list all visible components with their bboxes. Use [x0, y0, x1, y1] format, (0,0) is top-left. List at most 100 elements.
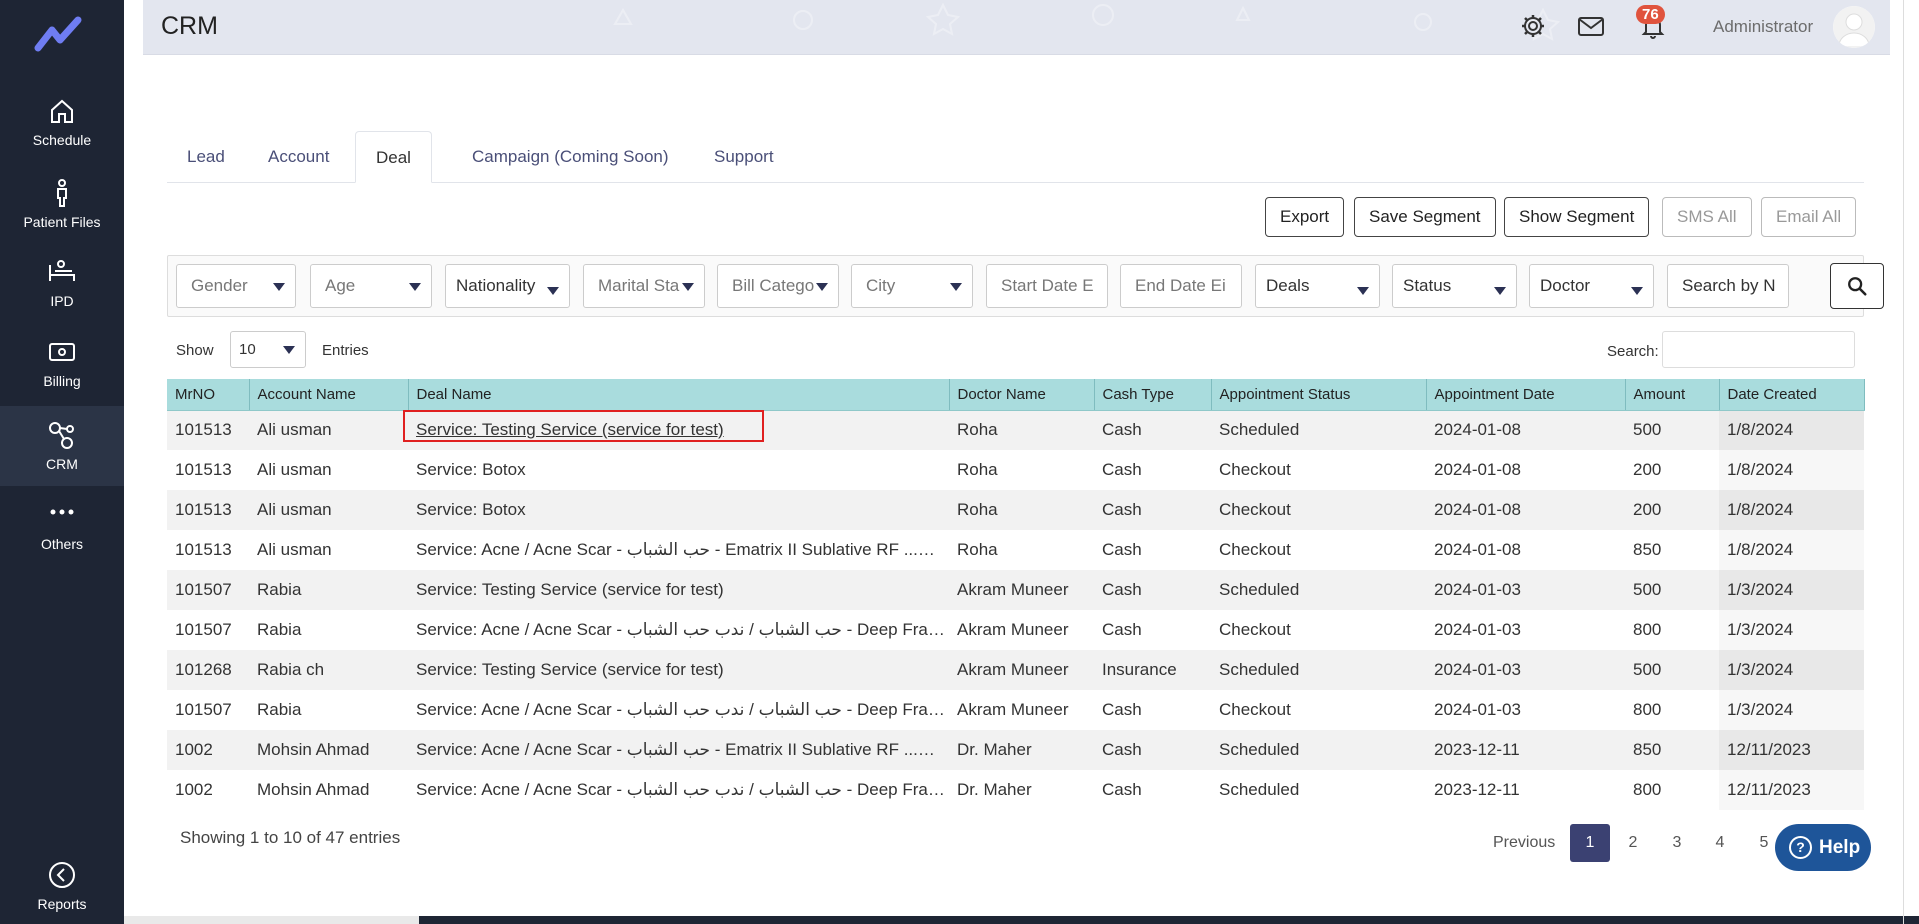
nationality-filter[interactable]: Nationality [445, 264, 570, 308]
table-cell: Scheduled [1219, 780, 1300, 799]
sidebar-item-patient-files[interactable]: Patient Files [0, 178, 124, 240]
user-name[interactable]: Administrator [1713, 17, 1813, 37]
table-cell: 1002 [175, 780, 213, 799]
mail-icon[interactable] [1577, 12, 1605, 40]
table-cell: 500 [1625, 410, 1719, 450]
previous-page-button[interactable]: Previous [1493, 824, 1555, 862]
tab-account[interactable]: Account [248, 131, 349, 183]
tab-support[interactable]: Support [694, 131, 794, 183]
sidebar-item-crm[interactable]: CRM [0, 406, 124, 486]
email-all-button[interactable]: Email All [1761, 197, 1857, 237]
age-filter[interactable]: Age [310, 264, 432, 308]
table-row[interactable]: 101513 Ali usman Service: Botox Roha Cash Che… [167, 450, 1864, 490]
table-row[interactable]: 101513 Ali usman Service: Testing Service … [167, 410, 1864, 450]
export-button[interactable]: Export [1265, 197, 1345, 237]
table-cell[interactable]: Service: Acne / Acne Scar - حب الشباب / … [408, 770, 949, 810]
column-header[interactable]: Appointment Date [1426, 379, 1626, 411]
table-row[interactable]: 101507 Rabia Service: Acne / Acne Scar - ح… [167, 610, 1864, 650]
table-cell: Roha [957, 540, 998, 559]
sms-all-button[interactable]: SMS All [1662, 197, 1752, 237]
search-button[interactable] [1830, 263, 1884, 309]
doctor-filter[interactable]: Doctor [1529, 264, 1654, 308]
show-segment-button[interactable]: Show Segment [1504, 197, 1650, 237]
table-row[interactable]: 1002 Mohsin Ahmad Service: Acne / Acne Sca… [167, 730, 1864, 770]
table-row[interactable]: 101507 Rabia Service: Testing Service (ser… [167, 570, 1864, 610]
table-row[interactable]: 101513 Ali usman Service: Acne / Acne Scar… [167, 530, 1864, 570]
table-cell[interactable]: Service: Testing Service (service for te… [408, 570, 949, 610]
chevron-down-icon [283, 346, 295, 354]
column-header[interactable]: Appointment Status [1211, 379, 1427, 411]
chevron-down-icon [547, 287, 559, 295]
sidebar-item-schedule[interactable]: Schedule [0, 96, 124, 158]
sidebar-item-others[interactable]: Others [0, 500, 124, 562]
page-3-button[interactable]: 3 [1670, 824, 1684, 862]
table-cell: 850 [1625, 730, 1719, 770]
column-header[interactable]: Cash Type [1094, 379, 1212, 411]
sidebar-item-billing[interactable]: Billing [0, 337, 124, 399]
column-header[interactable]: MrNO [167, 379, 250, 411]
table-cell: Mohsin Ahmad [249, 730, 408, 770]
column-header[interactable]: Deal Name [408, 379, 950, 411]
table-cell: 1/8/2024 [1719, 490, 1864, 530]
tab-campaign[interactable]: Campaign (Coming Soon) [452, 131, 689, 183]
column-header[interactable]: Amount [1625, 379, 1720, 411]
bill-category-filter[interactable]: Bill Catego [717, 264, 839, 308]
table-cell: 2024-01-03 [1434, 620, 1521, 639]
table-cell[interactable]: Service: Testing Service (service for te… [408, 650, 949, 690]
table-cell: 2024-01-03 [1434, 700, 1521, 719]
page-4-button[interactable]: 4 [1713, 824, 1727, 862]
column-header[interactable]: Doctor Name [949, 379, 1095, 411]
table-cell[interactable]: Service: Acne / Acne Scar - حب الشباب / … [408, 690, 949, 730]
table-cell: 2024-01-08 [1426, 490, 1625, 530]
deals-filter[interactable]: Deals [1255, 264, 1380, 308]
table-row[interactable]: 1002 Mohsin Ahmad Service: Acne / Acne Sca… [167, 770, 1864, 810]
page-1-button[interactable]: 1 [1570, 824, 1610, 862]
page-size-select[interactable]: 10 [230, 331, 306, 368]
table-header-row: MrNO Account Name Deal Name Doctor Name … [167, 379, 1865, 411]
table-cell: 2023-12-11 [1426, 730, 1625, 770]
table-cell: 1/3/2024 [1719, 650, 1864, 690]
table-search-input[interactable] [1662, 331, 1855, 368]
marital-status-filter[interactable]: Marital Sta [583, 264, 705, 308]
table-row[interactable]: 101507 Rabia Service: Acne / Acne Scar - ح… [167, 690, 1864, 730]
table-cell[interactable]: Service: Acne / Acne Scar - حب الشباب - … [408, 530, 949, 570]
city-filter[interactable]: City [851, 264, 973, 308]
table-cell: Rabia [257, 620, 302, 639]
search-icon [1848, 277, 1867, 296]
tab-deal[interactable]: Deal [355, 131, 432, 183]
chevron-down-icon [273, 283, 285, 291]
sidebar-item-ipd[interactable]: IPD [0, 257, 124, 319]
table-cell: 800 [1633, 780, 1662, 799]
column-header[interactable]: Account Name [249, 379, 409, 411]
end-date-input[interactable]: End Date Ei [1120, 264, 1242, 308]
status-filter[interactable]: Status [1392, 264, 1517, 308]
help-button[interactable]: ? Help [1775, 824, 1871, 871]
sidebar-item-label: Reports [37, 896, 87, 912]
table-cell: Scheduled [1211, 410, 1426, 450]
table-cell: Roha [957, 460, 998, 479]
table-cell[interactable]: Service: Acne / Acne Scar - حب الشباب - … [408, 730, 949, 770]
table-cell[interactable]: Service: Acne / Acne Scar - حب الشباب / … [408, 610, 949, 650]
table-cell: 2024-01-08 [1426, 410, 1625, 450]
table-row[interactable]: 101513 Ali usman Service: Botox Roha Cash Che… [167, 490, 1864, 530]
sidebar-item-reports[interactable]: Reports [0, 860, 124, 924]
search-by-name-input[interactable]: Search by N [1667, 264, 1789, 308]
sidebar-item-label: Others [40, 536, 83, 552]
avatar[interactable] [1833, 6, 1875, 48]
table-cell: 101513 [167, 410, 249, 450]
gender-filter[interactable]: Gender [176, 264, 296, 308]
start-date-input[interactable]: Start Date E [986, 264, 1108, 308]
tab-lead[interactable]: Lead [167, 131, 245, 183]
app-logo[interactable] [34, 12, 90, 54]
table-cell: Cash [1102, 540, 1142, 559]
table-cell[interactable]: Service: Botox [408, 450, 949, 490]
table-cell[interactable]: Service: Testing Service (service for te… [408, 410, 949, 450]
chevron-down-icon [1494, 287, 1506, 295]
save-segment-button[interactable]: Save Segment [1354, 197, 1496, 237]
page-2-button[interactable]: 2 [1626, 824, 1640, 862]
column-header[interactable]: Date Created [1719, 379, 1865, 411]
table-cell[interactable]: Service: Botox [408, 490, 949, 530]
gear-icon[interactable] [1519, 12, 1547, 40]
table-row[interactable]: 101268 Rabia ch Service: Testing Service (… [167, 650, 1864, 690]
page-5-button[interactable]: 5 [1757, 824, 1771, 862]
